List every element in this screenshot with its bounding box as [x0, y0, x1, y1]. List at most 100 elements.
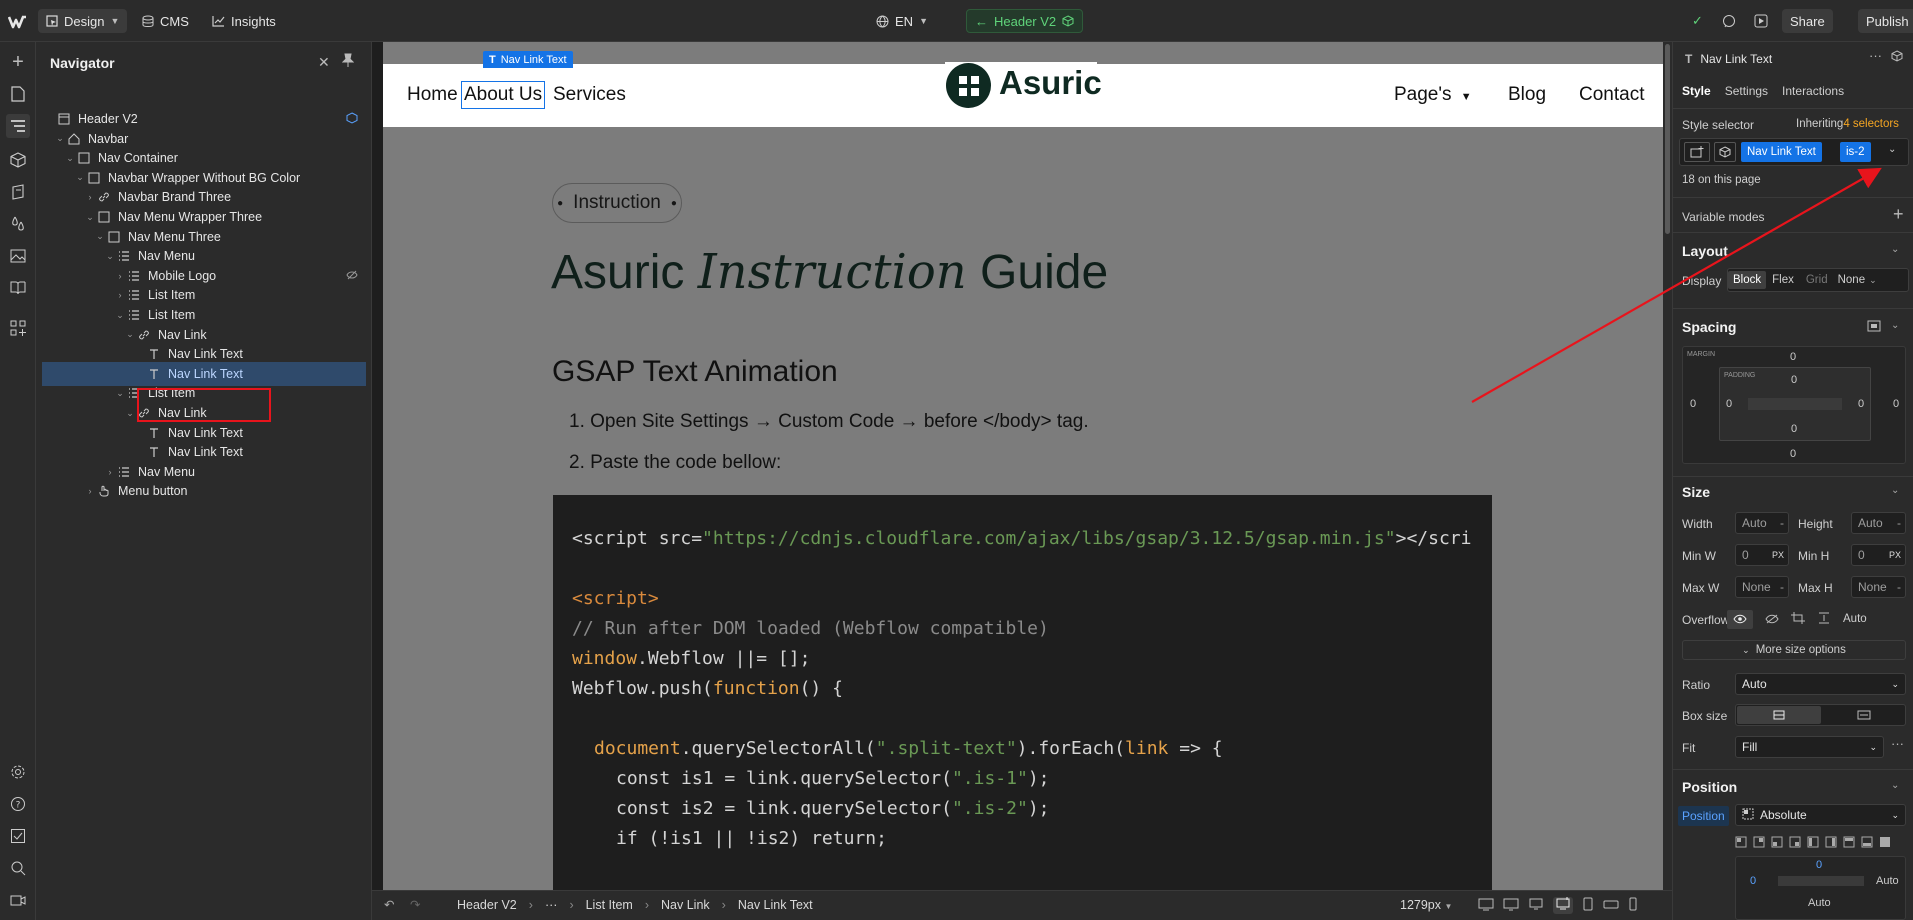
min-height-input[interactable]: 0 PX — [1851, 544, 1906, 566]
margin-bottom-value[interactable]: 0 — [1790, 448, 1796, 460]
chevron-down-icon[interactable]: ⌄ — [64, 153, 76, 164]
audit-check-icon[interactable] — [6, 824, 30, 848]
breadcrumb-item[interactable]: ··· — [545, 898, 558, 912]
more-size-options-button[interactable]: ⌄ More size options — [1682, 640, 1906, 660]
settings-gear-icon[interactable] — [6, 760, 30, 784]
locale-selector[interactable]: EN ▼ — [868, 9, 936, 33]
insights-button[interactable]: Insights — [204, 9, 284, 33]
breadcrumb-item[interactable]: Header V2 — [457, 898, 517, 912]
preview-play-icon[interactable] — [1750, 9, 1772, 33]
display-option-none[interactable]: None — [1834, 271, 1870, 289]
styles-drops-icon[interactable] — [6, 212, 30, 236]
overflow-hidden-icon[interactable] — [1765, 612, 1779, 627]
content-box-icon[interactable] — [1822, 706, 1906, 724]
display-option-grid[interactable]: Grid — [1800, 271, 1834, 289]
add-icon[interactable]: + — [1893, 204, 1904, 225]
tab-interactions[interactable]: Interactions — [1782, 84, 1844, 98]
spacing-section-title[interactable]: Spacing — [1682, 319, 1736, 335]
chevron-down-icon[interactable]: ⌄ — [94, 231, 106, 242]
pages-icon[interactable] — [6, 82, 30, 106]
site-canvas[interactable]: Home About Us Services Asuric Page's ▼ B… — [383, 42, 1663, 890]
height-input[interactable]: Auto - — [1851, 512, 1906, 534]
preset-left-icon[interactable] — [1807, 836, 1819, 851]
position-left-value[interactable]: 0 — [1750, 875, 1756, 887]
preset-full-icon[interactable] — [1879, 836, 1891, 851]
nav-link-contact[interactable]: Contact — [1579, 84, 1644, 106]
chevron-right-icon[interactable]: › — [104, 467, 116, 477]
breakpoint-desktop-icon[interactable] — [1528, 897, 1544, 914]
chevron-down-icon[interactable]: ⌄ — [124, 408, 136, 419]
hidden-eye-icon[interactable] — [346, 269, 358, 283]
border-box-icon[interactable] — [1737, 706, 1821, 724]
design-mode-button[interactable]: Design ▼ — [38, 9, 128, 33]
display-option-flex[interactable]: Flex — [1766, 271, 1800, 289]
breadcrumb-item[interactable]: Nav Link Text — [738, 898, 813, 912]
add-class-icon[interactable] — [1684, 142, 1710, 162]
chevron-right-icon[interactable]: › — [84, 486, 96, 496]
chevron-down-icon[interactable]: ⌄ — [104, 251, 116, 262]
tab-style[interactable]: Style — [1682, 84, 1711, 98]
overflow-scroll-icon[interactable] — [1791, 611, 1805, 627]
brand-logo-icon[interactable] — [946, 63, 991, 108]
more-options-icon[interactable]: ··· — [1891, 736, 1904, 751]
chevron-down-icon[interactable]: ⌄ — [114, 388, 126, 399]
navigator-icon[interactable] — [6, 114, 30, 138]
preset-top-left-icon[interactable] — [1735, 836, 1747, 851]
nav-link-services[interactable]: Services — [553, 84, 626, 106]
chevron-down-icon[interactable]: ⌄ — [54, 133, 66, 144]
combo-class-chip[interactable]: is-2 — [1840, 142, 1871, 162]
preset-bottom-left-icon[interactable] — [1771, 836, 1783, 851]
share-button[interactable]: Share — [1782, 9, 1833, 33]
overflow-clip-icon[interactable] — [1817, 612, 1831, 627]
breakpoint-mobile-icon[interactable] — [1628, 897, 1638, 914]
width-input[interactable]: Auto - — [1735, 512, 1789, 534]
chevron-right-icon[interactable]: › — [114, 290, 126, 300]
margin-right-value[interactable]: 0 — [1893, 398, 1899, 410]
spacing-mode-icon[interactable] — [1867, 320, 1881, 335]
overflow-auto-option[interactable]: Auto — [1843, 613, 1867, 625]
overflow-visible-eye-icon[interactable] — [1727, 609, 1753, 629]
breakpoint-tablet-icon[interactable] — [1582, 897, 1594, 914]
preset-top-icon[interactable] — [1843, 836, 1855, 851]
chevron-right-icon[interactable]: › — [114, 271, 126, 281]
publish-button[interactable]: Publish ▼ — [1858, 9, 1913, 33]
preset-bottom-right-icon[interactable] — [1789, 836, 1801, 851]
close-icon[interactable]: ✕ — [318, 54, 330, 71]
chevron-down-icon[interactable]: ⌄ — [1891, 244, 1899, 255]
chevron-down-icon[interactable]: ⌄ — [114, 310, 126, 321]
search-icon[interactable] — [6, 856, 30, 880]
nav-link-pages[interactable]: Page's ▼ — [1394, 84, 1472, 106]
margin-top-value[interactable]: 0 — [1790, 351, 1796, 363]
padding-right-value[interactable]: 0 — [1858, 398, 1864, 410]
undo-icon[interactable]: ↶ — [384, 897, 394, 912]
brand-name[interactable]: Asuric — [999, 64, 1102, 102]
video-help-icon[interactable] — [6, 888, 30, 912]
position-right-value[interactable]: Auto — [1876, 875, 1899, 887]
padding-top-value[interactable]: 0 — [1791, 374, 1797, 386]
fit-select[interactable]: Fill ⌄ — [1735, 736, 1884, 758]
library-book-icon[interactable] — [6, 276, 30, 300]
chevron-right-icon[interactable]: › — [84, 192, 96, 202]
canvas-scrollbar[interactable] — [1663, 42, 1672, 890]
margin-left-value[interactable]: 0 — [1690, 398, 1696, 410]
chevron-down-icon[interactable]: ⌄ — [74, 172, 86, 183]
breakpoint-desktop-xl-icon[interactable] — [1478, 897, 1494, 914]
size-section-title[interactable]: Size — [1682, 484, 1710, 500]
apps-icon[interactable] — [6, 316, 30, 340]
min-width-input[interactable]: 0 PX — [1735, 544, 1789, 566]
chevron-down-icon[interactable]: ⌄ — [1888, 144, 1896, 155]
padding-bottom-value[interactable]: 0 — [1791, 423, 1797, 435]
chevron-down-icon[interactable]: ⌄ — [124, 329, 136, 340]
position-bottom-value[interactable]: Auto — [1808, 897, 1831, 909]
breakpoint-desktop-l-icon[interactable] — [1503, 897, 1519, 914]
nav-link-blog[interactable]: Blog — [1508, 84, 1546, 106]
breadcrumb-item[interactable]: List Item — [586, 898, 633, 912]
preset-top-right-icon[interactable] — [1753, 836, 1765, 851]
chevron-down-icon[interactable]: ⌄ — [1891, 780, 1899, 791]
breadcrumb-item[interactable]: Nav Link — [661, 898, 710, 912]
help-icon[interactable]: ? — [6, 792, 30, 816]
max-width-input[interactable]: None - — [1735, 576, 1789, 598]
max-height-input[interactable]: None - — [1851, 576, 1906, 598]
layout-section-title[interactable]: Layout — [1682, 243, 1728, 259]
redo-icon[interactable]: ↷ — [410, 897, 420, 912]
